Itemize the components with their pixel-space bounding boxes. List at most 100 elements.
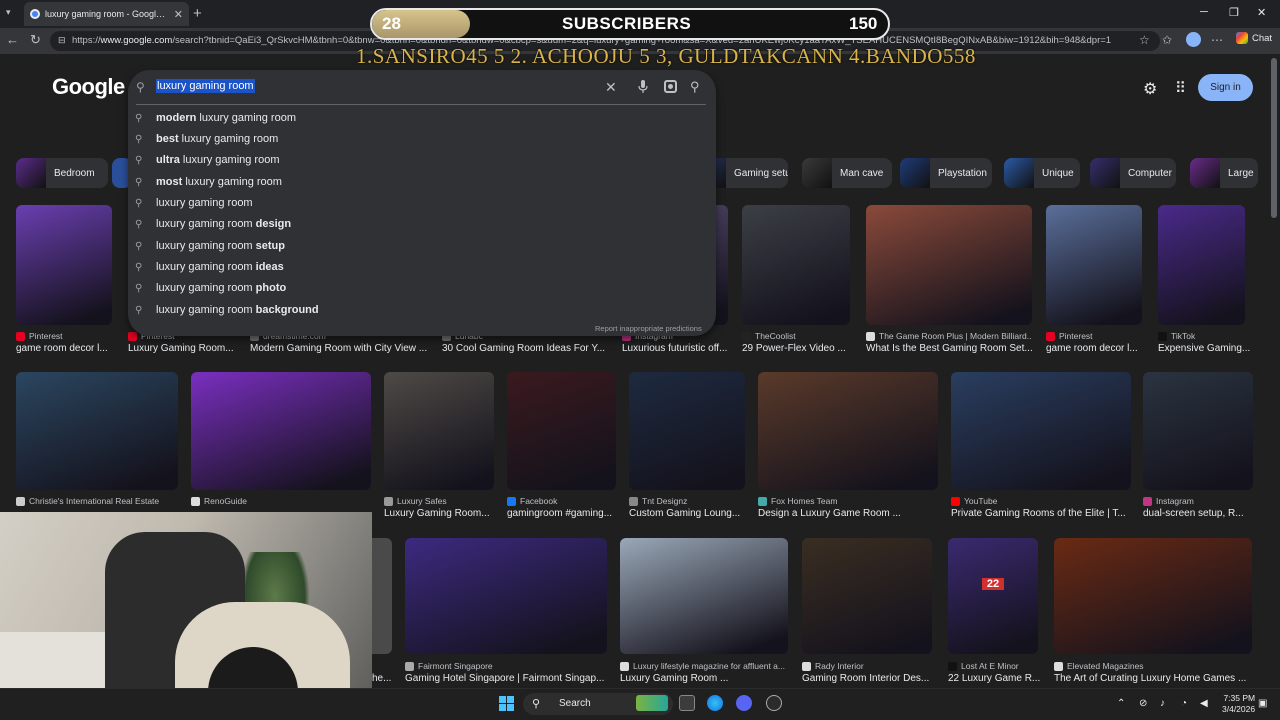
result-source[interactable]: Elevated Magazines: [1054, 661, 1252, 671]
image-result[interactable]: [16, 205, 112, 325]
result-caption[interactable]: Luxury Gaming Room...: [128, 343, 236, 354]
image-result[interactable]: [191, 372, 371, 490]
more-menu-icon[interactable]: ⋯: [1211, 33, 1223, 47]
suggestion-item[interactable]: ⚲ luxury gaming room setup: [135, 236, 285, 256]
result-thumbnail[interactable]: [405, 538, 607, 654]
result-thumbnail[interactable]: [620, 538, 788, 654]
result-caption[interactable]: Design a Luxury Game Room ...: [758, 508, 950, 519]
tab-search-icon[interactable]: ▾: [6, 7, 11, 18]
result-caption[interactable]: Gaming Room Interior Des...: [802, 673, 944, 684]
image-result[interactable]: [951, 372, 1131, 490]
result-caption[interactable]: Luxurious futuristic off...: [622, 343, 740, 354]
result-source[interactable]: TheCoolist: [742, 331, 850, 341]
result-source[interactable]: Tnt Designz: [629, 496, 745, 506]
result-thumbnail[interactable]: [629, 372, 745, 490]
result-source[interactable]: Fairmont Singapore: [405, 661, 607, 671]
image-result[interactable]: [1143, 372, 1253, 490]
image-result[interactable]: [620, 538, 788, 654]
tray-mic-icon[interactable]: ♪: [1160, 698, 1165, 709]
sign-in-button[interactable]: Sign in: [1198, 74, 1253, 101]
suggestion-item[interactable]: ⚲ luxury gaming room background: [135, 300, 319, 320]
result-thumbnail[interactable]: [507, 372, 616, 490]
result-source[interactable]: TikTok: [1158, 331, 1245, 341]
result-source[interactable]: Instagram: [1143, 496, 1253, 506]
image-result[interactable]: [629, 372, 745, 490]
chip-computer[interactable]: Computer: [1090, 158, 1176, 188]
chip-bedroom[interactable]: Bedroom: [16, 158, 108, 188]
report-predictions-link[interactable]: Report inappropriate predictions: [595, 324, 702, 333]
result-caption[interactable]: game room decor l...: [1046, 343, 1154, 354]
image-result[interactable]: [16, 372, 178, 490]
result-source[interactable]: Pinterest: [1046, 331, 1142, 341]
clear-search-icon[interactable]: ✕: [605, 79, 617, 96]
maximize-icon[interactable]: ❐: [1229, 6, 1239, 19]
result-source[interactable]: Luxury Safes: [384, 496, 494, 506]
result-caption[interactable]: Modern Gaming Room with City View ...: [250, 343, 442, 354]
image-result[interactable]: [507, 372, 616, 490]
result-thumbnail[interactable]: [384, 372, 494, 490]
back-icon[interactable]: ←: [6, 32, 19, 47]
settings-gear-icon[interactable]: ⚙: [1143, 79, 1157, 99]
site-info-icon[interactable]: ⊟: [58, 35, 66, 46]
result-caption[interactable]: 30 Cool Gaming Room Ideas For Y...: [442, 343, 624, 354]
result-source[interactable]: Christie's International Real Estate: [16, 496, 178, 506]
google-logo[interactable]: Google: [52, 74, 125, 100]
tray-volume-icon[interactable]: ◀: [1200, 698, 1208, 709]
image-result[interactable]: [866, 205, 1032, 325]
result-thumbnail[interactable]: [1054, 538, 1252, 654]
result-caption[interactable]: Expensive Gaming...: [1158, 343, 1257, 354]
result-source[interactable]: Luxury lifestyle magazine for affluent a…: [620, 661, 788, 671]
image-result[interactable]: [384, 372, 494, 490]
result-caption[interactable]: What Is the Best Gaming Room Set...: [866, 343, 1044, 354]
obs-icon[interactable]: [766, 695, 782, 711]
close-window-icon[interactable]: ✕: [1257, 6, 1266, 19]
image-result[interactable]: [742, 205, 850, 325]
result-caption[interactable]: game room decor l...: [16, 343, 124, 354]
chip-unique[interactable]: Unique: [1004, 158, 1080, 188]
reload-icon[interactable]: ↻: [30, 32, 41, 48]
windows-start-icon[interactable]: [499, 696, 514, 711]
widgets-icon[interactable]: [636, 695, 668, 711]
image-result[interactable]: [1158, 205, 1245, 325]
suggestion-item[interactable]: ⚲ best luxury gaming room: [135, 129, 278, 149]
edge-browser-icon[interactable]: [707, 695, 723, 711]
suggestion-item[interactable]: ⚲ ultra luxury gaming room: [135, 150, 280, 170]
result-source[interactable]: Fox Homes Team: [758, 496, 938, 506]
chip-playstation[interactable]: Playstation: [900, 158, 992, 188]
result-source[interactable]: The Game Room Plus | Modern Billiard...: [866, 331, 1032, 341]
image-result[interactable]: [1054, 538, 1252, 654]
result-caption[interactable]: dual-screen setup, R...: [1143, 508, 1265, 519]
result-source[interactable]: Lost At E Minor: [948, 661, 1038, 671]
result-caption[interactable]: Luxury Gaming Room ...: [620, 673, 800, 684]
image-result[interactable]: [1046, 205, 1142, 325]
tray-network-off-icon[interactable]: ⊘: [1139, 698, 1147, 709]
page-scrollbar[interactable]: [1271, 58, 1277, 218]
result-caption[interactable]: gamingroom #gaming...: [507, 508, 628, 519]
result-source[interactable]: RenoGuide: [191, 496, 371, 506]
microphone-icon[interactable]: [638, 80, 648, 94]
new-tab-button[interactable]: +: [193, 5, 202, 22]
task-view-icon[interactable]: [679, 695, 695, 711]
bookmark-star-icon[interactable]: ☆: [1139, 33, 1150, 47]
tray-clock[interactable]: 7:35 PM 3/4/2026: [1222, 693, 1255, 715]
search-input[interactable]: luxury gaming room: [156, 79, 255, 93]
suggestion-item[interactable]: ⚲ most luxury gaming room: [135, 172, 282, 192]
suggestion-item[interactable]: ⚲ luxury gaming room photo: [135, 278, 286, 298]
result-source[interactable]: YouTube: [951, 496, 1131, 506]
tray-wifi-icon[interactable]: ◔: [1181, 698, 1187, 709]
close-tab-icon[interactable]: ✕: [174, 8, 183, 21]
result-thumbnail[interactable]: [191, 372, 371, 490]
result-caption-partial[interactable]: he...: [372, 673, 396, 684]
search-submit-icon[interactable]: ⚲: [690, 79, 700, 95]
tray-chevron-icon[interactable]: ⌃: [1117, 698, 1125, 709]
result-thumbnail[interactable]: [1158, 205, 1245, 325]
favorites-icon[interactable]: ✩: [1162, 33, 1172, 47]
discord-icon[interactable]: [736, 695, 752, 711]
result-caption[interactable]: Custom Gaming Loung...: [629, 508, 757, 519]
suggestion-item[interactable]: ⚲ luxury gaming room: [135, 193, 253, 213]
result-caption[interactable]: Luxury Gaming Room...: [384, 508, 506, 519]
image-result[interactable]: [802, 538, 932, 654]
suggestion-item[interactable]: ⚲ luxury gaming room ideas: [135, 257, 284, 277]
result-caption[interactable]: 29 Power-Flex Video ...: [742, 343, 862, 354]
result-thumbnail[interactable]: [1143, 372, 1253, 490]
